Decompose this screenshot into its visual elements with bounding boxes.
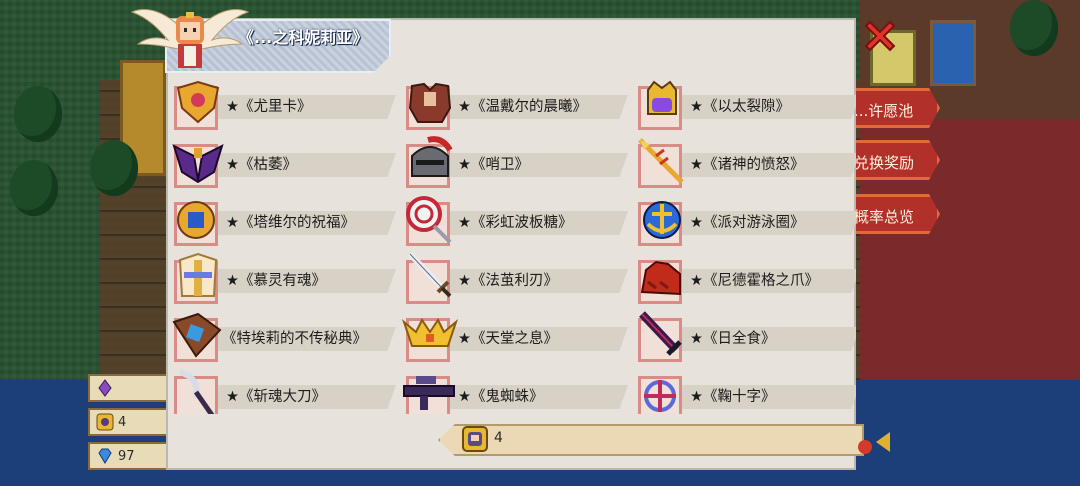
token-count: 4 [494, 430, 503, 446]
item-card[interactable]: ★《诸神的愤怒》 [634, 138, 856, 192]
item-card[interactable]: ★《尤里卡》 [170, 80, 402, 134]
item-card[interactable]: ★《斩魂大刀》 [170, 369, 402, 414]
gold-ring-icon [177, 201, 215, 239]
item-card[interactable]: ★《法茧利刃》 [402, 252, 634, 308]
currency-token: 4 [88, 408, 168, 436]
item-card[interactable]: ★《派对游泳圈》 [634, 200, 856, 250]
golden-wings-icon [402, 318, 458, 347]
item-card[interactable]: ★《慕灵有魂》 [170, 252, 402, 308]
hero-token-icon [96, 413, 114, 431]
tree-sprite [90, 140, 138, 196]
character-avatar [130, 9, 250, 68]
cross-emblem-icon [644, 380, 676, 412]
blue-gem-icon [98, 448, 112, 464]
pool-tile [930, 20, 976, 86]
close-icon[interactable] [860, 16, 900, 56]
gun-icon [403, 376, 455, 410]
item-card[interactable]: ★《鬼蜘蛛》 [402, 374, 634, 414]
spellbook-icon [172, 312, 222, 358]
gem-crown-icon [647, 80, 677, 115]
item-card[interactable]: ★《以太裂隙》 [634, 80, 856, 134]
probability-overview-button[interactable]: 概率总览 [848, 194, 940, 234]
dark-sword-icon [639, 311, 682, 356]
lollipop-icon [406, 196, 452, 244]
left-arrow-icon[interactable] [876, 432, 890, 452]
item-card[interactable]: ★《日全食》 [634, 311, 856, 366]
item-card[interactable]: ★《温戴尔的晨曦》 [402, 82, 634, 134]
item-card[interactable]: ★《哨卫》 [402, 136, 634, 192]
scythe-icon [178, 369, 215, 414]
item-card[interactable]: 《特埃莉的不传秘典》 [170, 312, 402, 366]
currency-crystal [88, 374, 168, 402]
helmet-icon [411, 136, 453, 177]
item-grid: ★《尤里卡》 ★《温戴尔的晨曦》 ★《以太裂隙》 ★《枯萎》 ★《哨卫》 ★《诸… [170, 78, 856, 414]
dark-wings-icon [172, 144, 224, 184]
item-card[interactable]: ★《鞠十字》 [634, 374, 856, 414]
gold-crest-icon [176, 80, 220, 124]
item-card[interactable]: ★《天堂之息》 [402, 316, 634, 366]
character-name: 《...之科妮莉亚》 [238, 28, 369, 47]
sword-icon [407, 252, 452, 298]
item-card[interactable]: ★《彩虹波板糖》 [402, 196, 634, 250]
red-claw-icon [640, 260, 681, 296]
item-card[interactable]: ★《塔维尔的祝福》 [170, 200, 402, 250]
purple-crystal-icon [98, 379, 112, 397]
tree-sprite [10, 160, 58, 216]
golden-spear-icon [638, 138, 684, 184]
holy-robe-icon [178, 252, 218, 297]
armor-icon [408, 82, 452, 123]
wishing-pool-button[interactable]: ...许愿池 [848, 88, 940, 128]
red-dot [858, 440, 872, 454]
exchange-rewards-button[interactable]: 兑换奖励 [848, 140, 940, 180]
hero-token-icon [462, 426, 488, 452]
item-card[interactable]: ★《尼德霍格之爪》 [634, 258, 856, 308]
tree-sprite [14, 86, 62, 142]
anchor-icon [643, 201, 681, 239]
item-card[interactable]: ★《枯萎》 [170, 142, 402, 192]
tree-sprite [1010, 0, 1058, 56]
currency-gem: 97 [88, 442, 168, 470]
